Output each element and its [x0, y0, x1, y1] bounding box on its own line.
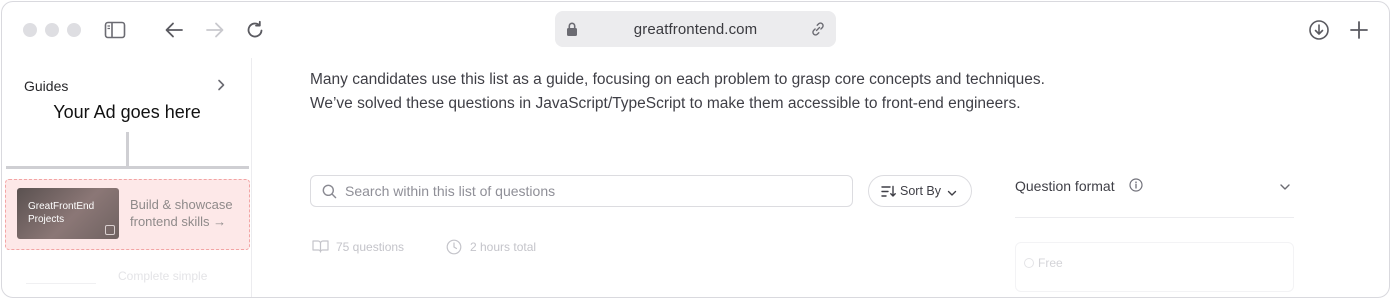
close-window-dot[interactable]	[23, 23, 37, 37]
promo-ad-card[interactable]: GreatFrontEnd Projects Build & showcase …	[5, 179, 250, 250]
promo-copy: Build & showcase frontend skills →	[130, 197, 233, 229]
faded-list-text: Complete simple	[118, 269, 208, 283]
promo-badge-icon	[105, 225, 115, 235]
promo-thumb-subtitle: Projects	[28, 214, 65, 225]
search-icon	[322, 184, 337, 204]
minimize-window-dot[interactable]	[45, 23, 59, 37]
back-arrow-icon[interactable]	[162, 18, 186, 42]
reload-icon[interactable]	[243, 18, 267, 42]
filter-divider	[1015, 217, 1294, 218]
guides-label[interactable]: Guides	[24, 78, 68, 94]
promo-thumbnail: GreatFrontEnd Projects	[17, 188, 119, 239]
link-icon[interactable]	[810, 21, 826, 42]
promo-thumb-title: GreatFrontEnd	[28, 201, 95, 212]
ad-pointer-base	[6, 166, 249, 169]
search-box[interactable]	[310, 175, 853, 207]
book-icon	[312, 240, 329, 253]
forward-arrow-icon[interactable]	[203, 18, 227, 42]
chevron-right-icon[interactable]	[216, 78, 226, 97]
intro-paragraph: Many candidates use this list as a guide…	[310, 71, 1045, 112]
search-input[interactable]	[345, 176, 845, 206]
plus-icon[interactable]	[1347, 18, 1371, 42]
sort-by-label: Sort By	[900, 184, 941, 198]
free-option-label: Free	[1038, 256, 1063, 270]
free-radio[interactable]	[1024, 258, 1034, 268]
filter-option-free[interactable]: Free	[1015, 242, 1294, 292]
browser-toolbar: greatfrontend.com	[2, 2, 1389, 58]
ad-placeholder-text: Your Ad goes here	[53, 102, 201, 122]
question-count-text: 75 questions	[336, 240, 405, 254]
chevron-down-icon[interactable]	[1279, 179, 1291, 197]
faded-list-item	[26, 270, 96, 284]
clock-icon	[446, 239, 462, 255]
sort-icon	[881, 185, 896, 201]
info-icon[interactable]	[1129, 178, 1143, 197]
address-bar[interactable]: greatfrontend.com	[555, 11, 836, 47]
download-icon[interactable]	[1307, 18, 1331, 42]
duration-text: 2 hours total	[470, 240, 537, 254]
sidebar-toggle-icon[interactable]	[103, 18, 127, 42]
chevron-down-icon	[947, 186, 957, 200]
sidebar: Guides Your Ad goes here GreatFrontEnd P…	[2, 58, 252, 297]
maximize-window-dot[interactable]	[67, 23, 81, 37]
browser-window: greatfrontend.com Guides Your Ad goes he…	[1, 1, 1390, 298]
url-text: greatfrontend.com	[633, 21, 758, 38]
sort-by-button[interactable]: Sort By	[868, 175, 972, 207]
question-format-label[interactable]: Question format	[1015, 178, 1115, 194]
ad-pointer-stem	[126, 132, 129, 166]
